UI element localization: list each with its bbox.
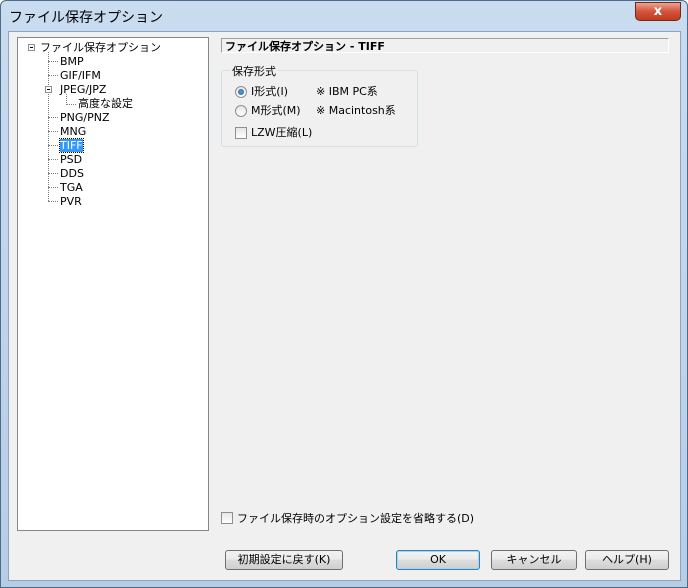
tree-item-advanced[interactable]: 高度な設定 [78, 97, 133, 111]
radio-m-format[interactable] [235, 105, 247, 117]
tree-line [48, 75, 58, 76]
dialog-client-area: ファイル保存オプション BMP GIF/IFM JPEG/JPZ 高度な設定 P… [8, 31, 681, 581]
close-button[interactable]: x [635, 2, 681, 21]
options-tree[interactable]: ファイル保存オプション BMP GIF/IFM JPEG/JPZ 高度な設定 P… [17, 37, 209, 531]
tree-item-gif[interactable]: GIF/IFM [60, 69, 101, 83]
help-button[interactable]: ヘルプ(H) [585, 550, 669, 570]
tree-line [66, 104, 76, 105]
lzw-label[interactable]: LZW圧縮(L) [251, 126, 312, 139]
tree-item-jpeg[interactable]: JPEG/JPZ [60, 83, 106, 97]
radio-m-note: ※ Macintosh系 [316, 104, 396, 117]
tree-item-root[interactable]: ファイル保存オプション [40, 41, 161, 55]
collapse-icon[interactable] [45, 86, 52, 93]
tree-line [48, 61, 58, 62]
radio-i-note: ※ IBM PC系 [316, 85, 378, 98]
tree-line [48, 145, 58, 146]
skip-option-checkbox[interactable] [221, 512, 233, 524]
tree-line [48, 187, 58, 188]
ok-button[interactable]: OK [396, 550, 480, 570]
tree-line [48, 159, 58, 160]
radio-m-label[interactable]: M形式(M) [251, 104, 301, 117]
tree-item-tiff[interactable]: TIFF [59, 138, 84, 153]
close-icon: x [653, 4, 663, 19]
lzw-checkbox[interactable] [235, 127, 247, 139]
reset-defaults-button[interactable]: 初期設定に戻す(K) [225, 550, 343, 570]
panel-header: ファイル保存オプション - TIFF [221, 38, 669, 53]
skip-option-label[interactable]: ファイル保存時のオプション設定を省略する(D) [237, 512, 474, 525]
radio-i-format[interactable] [235, 86, 247, 98]
format-groupbox: 保存形式 I形式(I) ※ IBM PC系 M形式(M) ※ Macintosh… [221, 63, 418, 147]
title-bar[interactable]: ファイル保存オプション x [1, 1, 687, 31]
tree-line [48, 131, 58, 132]
tree-item-tga[interactable]: TGA [60, 181, 83, 195]
collapse-icon[interactable] [28, 44, 35, 51]
radio-i-label[interactable]: I形式(I) [251, 85, 288, 98]
tree-item-mng[interactable]: MNG [60, 125, 86, 139]
cancel-button[interactable]: キャンセル [491, 550, 577, 570]
tree-line [48, 117, 58, 118]
tree-item-pvr[interactable]: PVR [60, 195, 82, 209]
tree-item-dds[interactable]: DDS [60, 167, 84, 181]
tree-line [48, 201, 58, 202]
window-title: ファイル保存オプション [9, 10, 163, 26]
tree-item-psd[interactable]: PSD [60, 153, 82, 167]
dialog-window: ファイル保存オプション x ファイル保存オプション BMP GIF/IFM JP… [0, 0, 688, 588]
tree-item-bmp[interactable]: BMP [60, 55, 84, 69]
tree-item-png[interactable]: PNG/PNZ [60, 111, 110, 125]
tree-line [48, 173, 58, 174]
group-title: 保存形式 [230, 63, 278, 79]
